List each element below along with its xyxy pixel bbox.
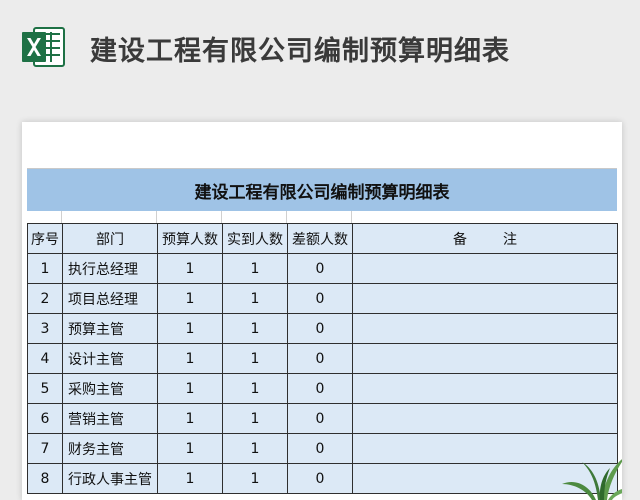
cell-dept: 财务主管 bbox=[62, 433, 158, 464]
table-row: 2 项目总经理 1 1 0 bbox=[27, 283, 618, 314]
table-row: 5 采购主管 1 1 0 bbox=[27, 373, 618, 404]
budget-table: 序号 部门 预算人数 实到人数 差额人数 备注 1 执行总经理 1 1 0 2 项目总经理 1… bbox=[27, 223, 618, 494]
cell-budget: 1 bbox=[157, 253, 223, 284]
table-row: 7 财务主管 1 1 0 bbox=[27, 433, 618, 464]
cell-note bbox=[352, 343, 618, 374]
cell-note bbox=[352, 283, 618, 314]
page-header: 建设工程有限公司编制预算明细表 bbox=[0, 0, 640, 100]
cell-note bbox=[352, 403, 618, 434]
cell-seq: 3 bbox=[27, 313, 63, 344]
col-header-note-a: 备 bbox=[453, 231, 467, 248]
cell-diff: 0 bbox=[287, 373, 353, 404]
cell-note bbox=[352, 253, 618, 284]
cell-diff: 0 bbox=[287, 403, 353, 434]
cell-diff: 0 bbox=[287, 343, 353, 374]
cell-budget: 1 bbox=[157, 283, 223, 314]
cell-actual: 1 bbox=[222, 463, 288, 494]
col-header-dept: 部门 bbox=[62, 223, 158, 254]
cell-budget: 1 bbox=[157, 463, 223, 494]
cell-note bbox=[352, 373, 618, 404]
cell-seq: 1 bbox=[27, 253, 63, 284]
table-row: 4 设计主管 1 1 0 bbox=[27, 343, 618, 374]
cell-actual: 1 bbox=[222, 313, 288, 344]
cell-actual: 1 bbox=[222, 343, 288, 374]
cell-budget: 1 bbox=[157, 313, 223, 344]
col-header-note-b: 注 bbox=[503, 231, 517, 248]
cell-actual: 1 bbox=[222, 403, 288, 434]
cell-note bbox=[352, 313, 618, 344]
cell-dept: 执行总经理 bbox=[62, 253, 158, 284]
col-header-diff: 差额人数 bbox=[287, 223, 353, 254]
col-header-actual: 实到人数 bbox=[222, 223, 288, 254]
cell-diff: 0 bbox=[287, 313, 353, 344]
table-row: 1 执行总经理 1 1 0 bbox=[27, 253, 618, 284]
table-title-band: 建设工程有限公司编制预算明细表 bbox=[27, 168, 617, 212]
cell-seq: 4 bbox=[27, 343, 63, 374]
excel-icon bbox=[22, 27, 65, 67]
table-row: 6 营销主管 1 1 0 bbox=[27, 403, 618, 434]
cell-seq: 6 bbox=[27, 403, 63, 434]
table-row: 3 预算主管 1 1 0 bbox=[27, 313, 618, 344]
cell-diff: 0 bbox=[287, 283, 353, 314]
cell-actual: 1 bbox=[222, 433, 288, 464]
spacer-row bbox=[27, 211, 617, 223]
table-row: 8 行政人事主管 1 1 0 bbox=[27, 463, 618, 494]
plant-decoration bbox=[562, 459, 622, 500]
spreadsheet-preview: 建设工程有限公司编制预算明细表 序号 部门 预算人数 实到人数 差额人数 备注 bbox=[22, 122, 622, 500]
col-header-budget: 预算人数 bbox=[157, 223, 223, 254]
cell-seq: 7 bbox=[27, 433, 63, 464]
cell-budget: 1 bbox=[157, 403, 223, 434]
cell-budget: 1 bbox=[157, 433, 223, 464]
cell-diff: 0 bbox=[287, 463, 353, 494]
cell-seq: 2 bbox=[27, 283, 63, 314]
table-header-row: 序号 部门 预算人数 实到人数 差额人数 备注 bbox=[27, 223, 618, 254]
cell-dept: 设计主管 bbox=[62, 343, 158, 374]
cell-budget: 1 bbox=[157, 373, 223, 404]
cell-diff: 0 bbox=[287, 433, 353, 464]
cell-actual: 1 bbox=[222, 373, 288, 404]
cell-dept: 营销主管 bbox=[62, 403, 158, 434]
cell-diff: 0 bbox=[287, 253, 353, 284]
cell-dept: 项目总经理 bbox=[62, 283, 158, 314]
cell-dept: 采购主管 bbox=[62, 373, 158, 404]
cell-budget: 1 bbox=[157, 343, 223, 374]
col-header-seq: 序号 bbox=[27, 223, 63, 254]
col-header-note: 备注 bbox=[352, 223, 618, 254]
cell-actual: 1 bbox=[222, 253, 288, 284]
cell-seq: 5 bbox=[27, 373, 63, 404]
cell-seq: 8 bbox=[27, 463, 63, 494]
cell-dept: 预算主管 bbox=[62, 313, 158, 344]
cell-actual: 1 bbox=[222, 283, 288, 314]
page-title: 建设工程有限公司编制预算明细表 bbox=[90, 36, 510, 67]
cell-dept: 行政人事主管 bbox=[62, 463, 158, 494]
